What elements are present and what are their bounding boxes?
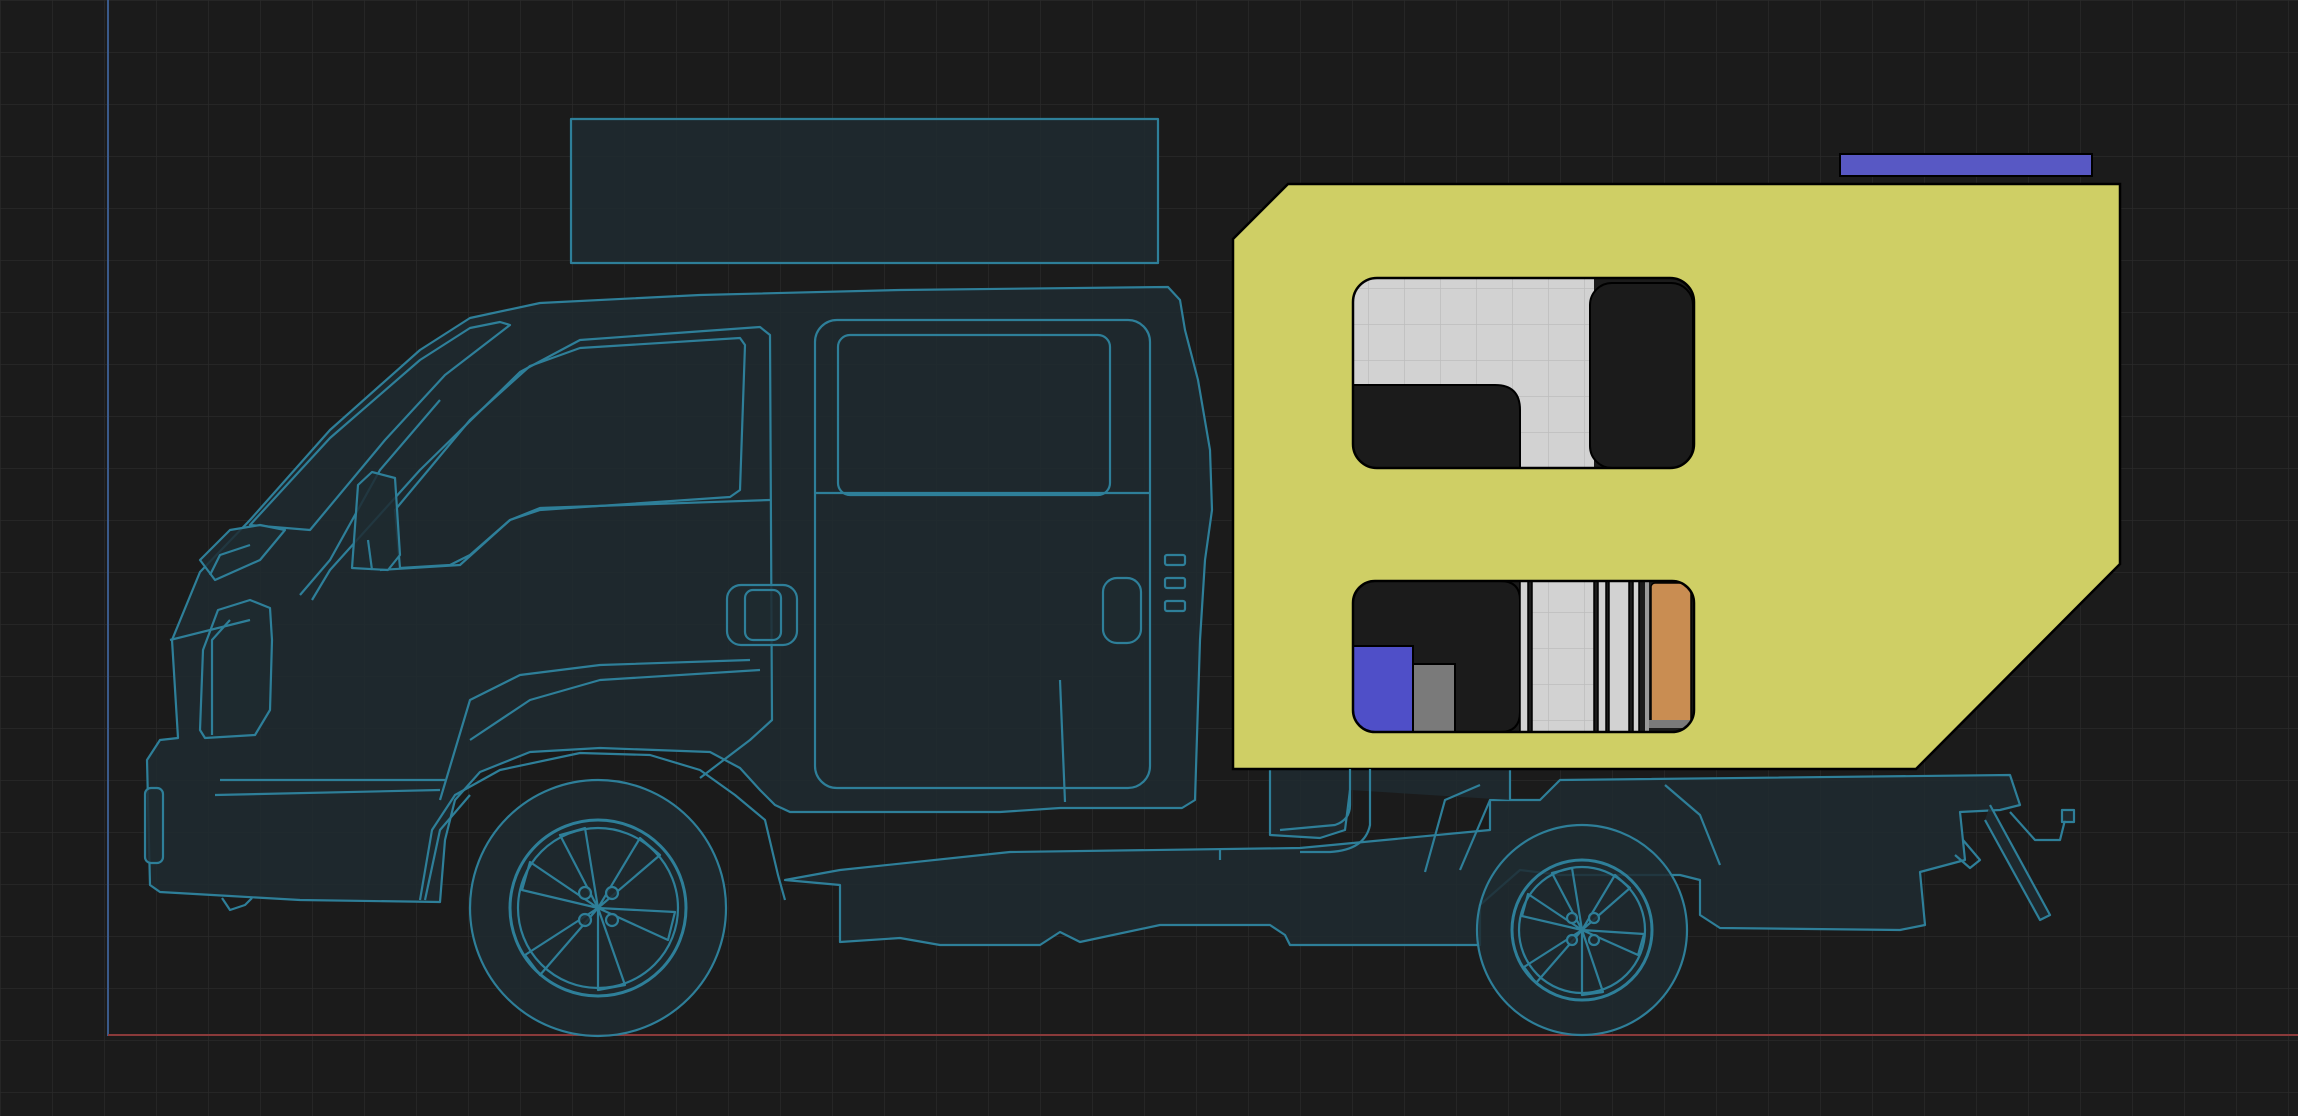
roof-vent — [1839, 153, 2093, 177]
rear-door-handle — [1101, 576, 1143, 645]
side-mirror — [350, 470, 402, 572]
vent-slot — [1163, 576, 1187, 590]
front-bumper-light — [143, 786, 165, 865]
vent-slot — [1163, 553, 1187, 567]
vent-slot — [1163, 599, 1187, 613]
front-wheel — [468, 778, 728, 1038]
front-door-handle — [725, 583, 799, 647]
upper-window — [1351, 276, 1696, 470]
counter-cutout — [1353, 384, 1521, 468]
rear-wheel — [1475, 823, 1689, 1037]
blueprint-canvas — [0, 0, 2298, 1116]
tail-light — [2060, 808, 2076, 824]
gray-storage-block — [1412, 663, 1456, 732]
truck-camper-diagram — [0, 0, 2298, 1116]
wood-panel — [1650, 582, 1692, 727]
blue-storage-block — [1353, 645, 1414, 732]
tiled-wall-lower — [1531, 581, 1595, 732]
lower-window — [1351, 579, 1696, 734]
cabinet-cutout — [1589, 282, 1694, 468]
roof-panel — [569, 117, 1160, 265]
